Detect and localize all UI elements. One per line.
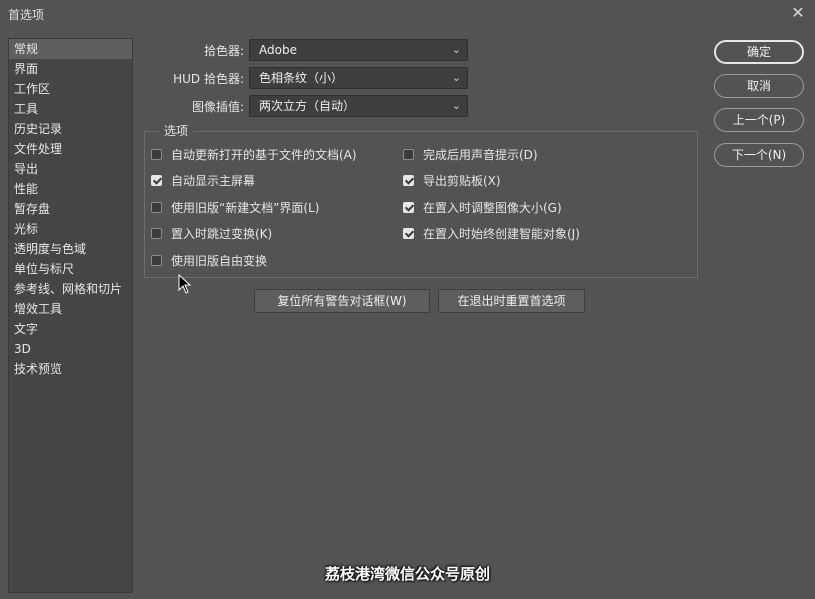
checkbox-box[interactable]: [151, 202, 162, 213]
sidebar-item-tools[interactable]: 工具: [9, 99, 132, 119]
options-group-title: 选项: [159, 122, 194, 139]
sidebar-item-transparency-gamut[interactable]: 透明度与色域: [9, 239, 132, 259]
image-interpolation-select[interactable]: 两次立方（自动） ⌄: [249, 95, 468, 117]
checkbox-label: 在置入时始终创建智能对象(J): [423, 227, 580, 241]
sidebar-item-units-rulers[interactable]: 单位与标尺: [9, 259, 132, 279]
checkbox-box[interactable]: [403, 228, 414, 239]
hud-color-picker-label: HUD 拾色器:: [173, 72, 244, 86]
sidebar-item-file-handling[interactable]: 文件处理: [9, 139, 132, 159]
hud-color-picker-select[interactable]: 色相条纹（小） ⌄: [249, 67, 468, 89]
checkbox-label: 自动更新打开的基于文件的文档(A): [171, 148, 357, 162]
checkbox-label: 使用旧版自由变换: [171, 254, 268, 268]
sidebar-item-3d[interactable]: 3D: [9, 339, 132, 359]
color-picker-select[interactable]: Adobe ⌄: [249, 39, 468, 61]
color-picker-value: Adobe: [259, 43, 297, 57]
checkbox-box[interactable]: [403, 202, 414, 213]
checkbox-label: 完成后用声音提示(D): [423, 148, 538, 162]
checkbox-label: 自动显示主屏幕: [171, 174, 256, 188]
checkbox-label: 置入时跳过变换(K): [171, 227, 273, 241]
checkbox-box[interactable]: [151, 255, 162, 266]
checkbox-label: 导出剪贴板(X): [423, 174, 501, 188]
sidebar-item-performance[interactable]: 性能: [9, 179, 132, 199]
close-icon[interactable]: ✕: [789, 4, 807, 22]
checkbox-label: 使用旧版“新建文档”界面(L): [171, 201, 320, 215]
next-button[interactable]: 下一个(N): [714, 143, 804, 167]
mouse-cursor-icon: [178, 274, 192, 294]
checkbox-box[interactable]: [403, 149, 414, 160]
sidebar-item-general[interactable]: 常规: [9, 39, 132, 59]
sidebar-item-history[interactable]: 历史记录: [9, 119, 132, 139]
sidebar-item-export[interactable]: 导出: [9, 159, 132, 179]
chevron-down-icon: ⌄: [451, 99, 461, 112]
sidebar-item-workspace[interactable]: 工作区: [9, 79, 132, 99]
chevron-down-icon: ⌄: [451, 71, 461, 84]
watermark-text: 荔枝港湾微信公众号原创: [324, 565, 490, 583]
checkbox-box[interactable]: [403, 175, 414, 186]
reset-all-warnings-button[interactable]: 复位所有警告对话框(W): [254, 289, 430, 313]
sidebar-item-scratch-disks[interactable]: 暂存盘: [9, 199, 132, 219]
sidebar-item-interface[interactable]: 界面: [9, 59, 132, 79]
chevron-down-icon: ⌄: [451, 43, 461, 56]
checkbox-box[interactable]: [151, 175, 162, 186]
window-title: 首选项: [8, 8, 45, 22]
checkbox-label: 在置入时调整图像大小(G): [423, 201, 562, 215]
reset-preferences-on-quit-button[interactable]: 在退出时重置首选项: [438, 289, 585, 313]
cancel-button[interactable]: 取消: [714, 74, 804, 98]
ok-button[interactable]: 确定: [714, 40, 804, 64]
hud-color-picker-value: 色相条纹（小）: [259, 71, 344, 85]
title-bar: 首选项 ✕: [0, 0, 815, 28]
sidebar-item-plugins[interactable]: 增效工具: [9, 299, 132, 319]
sidebar-item-technology-previews[interactable]: 技术预览: [9, 359, 132, 379]
checkbox-box[interactable]: [151, 149, 162, 160]
previous-button[interactable]: 上一个(P): [714, 108, 804, 132]
sidebar-item-type[interactable]: 文字: [9, 319, 132, 339]
image-interpolation-value: 两次立方（自动）: [259, 99, 356, 113]
sidebar-item-cursors[interactable]: 光标: [9, 219, 132, 239]
sidebar-item-guides-grid-slices[interactable]: 参考线、网格和切片: [9, 279, 132, 299]
color-picker-label: 拾色器:: [203, 44, 244, 58]
preferences-sidebar: 常规 界面 工作区 工具 历史记录 文件处理 导出 性能 暂存盘 光标 透明度与…: [8, 38, 133, 593]
checkbox-box[interactable]: [151, 228, 162, 239]
image-interpolation-label: 图像插值:: [191, 100, 244, 114]
